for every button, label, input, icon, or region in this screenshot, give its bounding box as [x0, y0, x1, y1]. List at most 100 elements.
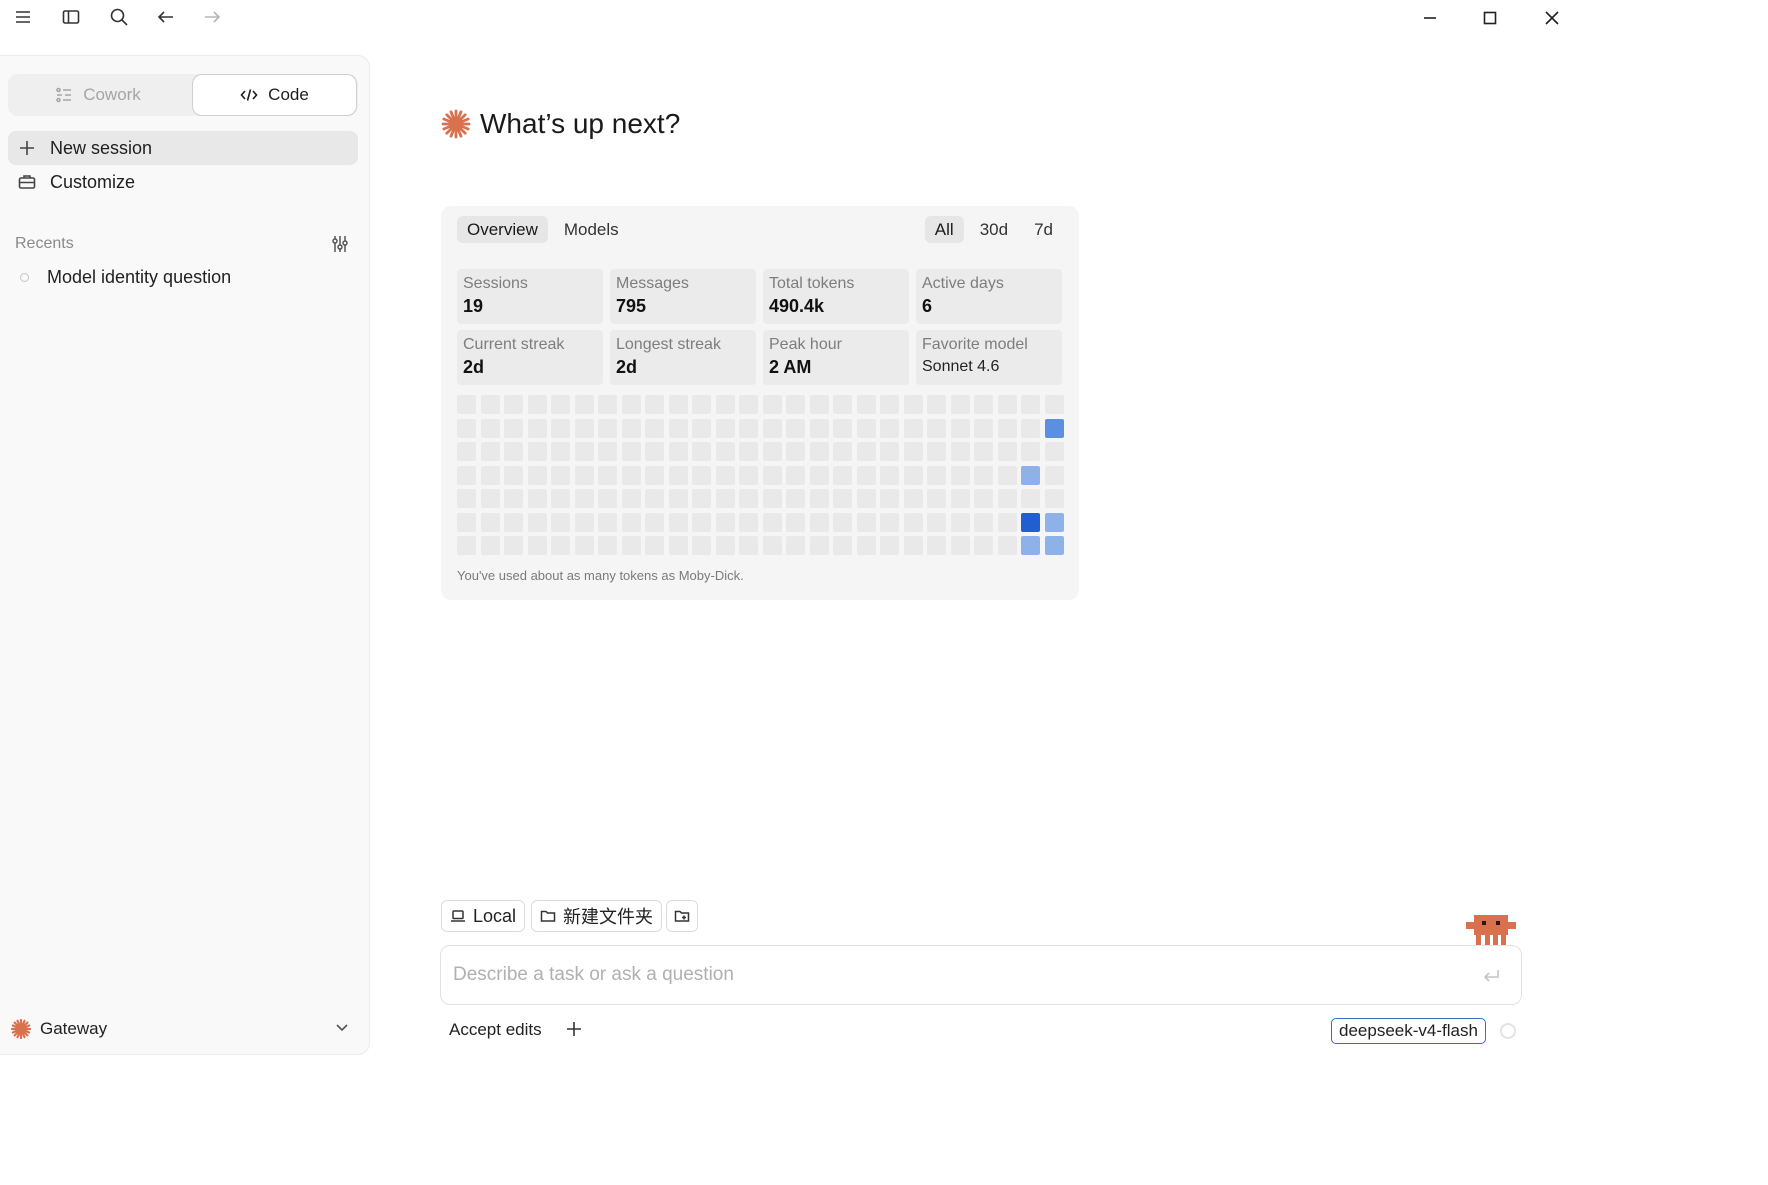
stat-label: Favorite model	[922, 336, 1028, 353]
heatmap-cell	[692, 419, 711, 438]
heatmap-cell	[786, 489, 805, 508]
heatmap-cell	[974, 489, 993, 508]
heatmap-cell	[833, 489, 852, 508]
back-arrow-icon[interactable]	[153, 6, 179, 28]
maximize-icon[interactable]	[1462, 0, 1518, 36]
heatmap-cell	[551, 466, 570, 485]
heatmap-cell	[504, 442, 523, 461]
heatmap-cell	[857, 466, 876, 485]
heatmap-cell	[692, 513, 711, 532]
filter-icon[interactable]	[330, 234, 350, 254]
heatmap-cell	[457, 513, 476, 532]
tab-models[interactable]: Models	[554, 216, 629, 243]
heatmap-cell	[786, 442, 805, 461]
heatmap-cell	[833, 395, 852, 414]
stat-value: 2d	[463, 357, 485, 377]
customize-button[interactable]: Customize	[8, 165, 358, 199]
heatmap-cell	[669, 395, 688, 414]
chevron-down-icon	[335, 1019, 349, 1039]
model-selector[interactable]: deepseek-v4-flash	[1331, 1018, 1486, 1044]
heatmap-cell	[810, 442, 829, 461]
heatmap-cell	[575, 513, 594, 532]
close-icon[interactable]	[1524, 0, 1580, 36]
tab-overview[interactable]: Overview	[457, 216, 548, 243]
range-all[interactable]: All	[924, 216, 964, 243]
heatmap-cell	[786, 513, 805, 532]
heatmap-cell	[528, 513, 547, 532]
prompt-input[interactable]	[453, 960, 1453, 990]
heatmap-cell	[622, 536, 641, 555]
add-folder-button[interactable]	[666, 900, 698, 932]
status-dot-icon	[20, 273, 29, 282]
heatmap-cell	[575, 466, 594, 485]
heatmap-cell	[622, 513, 641, 532]
heatmap-cell	[692, 489, 711, 508]
mode-cowork-button[interactable]: Cowork	[8, 74, 188, 116]
heatmap-cell	[504, 395, 523, 414]
heatmap-cell	[927, 466, 946, 485]
heatmap-cell	[551, 442, 570, 461]
stat-active-days: Active days 6	[916, 269, 1062, 324]
local-label: Local	[473, 905, 517, 926]
heatmap-cell	[551, 489, 570, 508]
heatmap-cell	[551, 395, 570, 414]
stat-total-tokens: Total tokens 490.4k	[763, 269, 909, 324]
folder-icon	[540, 910, 556, 922]
stat-messages: Messages 795	[610, 269, 756, 324]
mascot-icon	[1466, 915, 1516, 945]
heatmap-cell	[504, 489, 523, 508]
stat-label: Active days	[922, 275, 1004, 292]
heatmap-cell	[927, 513, 946, 532]
heatmap-cell	[1045, 466, 1064, 485]
heatmap-cell	[998, 489, 1017, 508]
heatmap-cell	[716, 442, 735, 461]
heatmap-cell	[669, 442, 688, 461]
stat-value: Sonnet 4.6	[922, 358, 1000, 375]
heatmap-cell	[669, 513, 688, 532]
heatmap-cell	[927, 419, 946, 438]
heatmap-cell	[904, 419, 923, 438]
range-30d[interactable]: 30d	[970, 216, 1018, 243]
sidebar-toggle-icon[interactable]	[58, 6, 84, 28]
heatmap-cell	[1045, 395, 1064, 414]
stat-label: Peak hour	[769, 336, 842, 353]
heatmap-cell	[645, 442, 664, 461]
minimize-icon[interactable]	[1402, 0, 1458, 36]
heatmap-cell	[1021, 466, 1040, 485]
heatmap-cell	[669, 536, 688, 555]
heatmap-cell	[880, 419, 899, 438]
heatmap-cell	[904, 536, 923, 555]
stat-label: Sessions	[463, 275, 528, 292]
heatmap-cell	[481, 442, 500, 461]
stat-longest-streak: Longest streak 2d	[610, 330, 756, 385]
heatmap-cell	[739, 466, 758, 485]
heatmap-cell	[575, 419, 594, 438]
heatmap-cell	[951, 395, 970, 414]
local-environment-button[interactable]: Local	[441, 900, 526, 932]
sidebar: Cowork Code New session Customize Recent…	[0, 55, 370, 1055]
range-7d[interactable]: 7d	[1024, 216, 1063, 243]
heatmap-cell	[1021, 395, 1040, 414]
menu-icon[interactable]	[10, 6, 36, 28]
recent-item[interactable]: Model identity question	[20, 267, 231, 288]
heatmap-cell	[528, 489, 547, 508]
folder-button[interactable]: 新建文件夹	[531, 900, 662, 932]
mode-code-button[interactable]: Code	[192, 74, 357, 116]
heatmap-cell	[645, 466, 664, 485]
new-session-button[interactable]: New session	[8, 131, 358, 165]
forward-arrow-icon[interactable]	[199, 6, 225, 28]
heatmap-cell	[669, 489, 688, 508]
heatmap-cell	[833, 536, 852, 555]
heatmap-cell	[598, 419, 617, 438]
heatmap-cell	[857, 489, 876, 508]
search-icon[interactable]	[106, 6, 132, 28]
heatmap-cell	[1021, 442, 1040, 461]
heatmap-cell	[786, 395, 805, 414]
accept-edits-toggle[interactable]: Accept edits	[449, 1020, 542, 1040]
plus-icon[interactable]	[565, 1020, 583, 1040]
heatmap-cell	[528, 442, 547, 461]
heatmap-cell	[857, 395, 876, 414]
heatmap-cell	[504, 536, 523, 555]
gateway-selector[interactable]: Gateway	[10, 1014, 355, 1044]
enter-icon[interactable]	[1481, 966, 1501, 986]
